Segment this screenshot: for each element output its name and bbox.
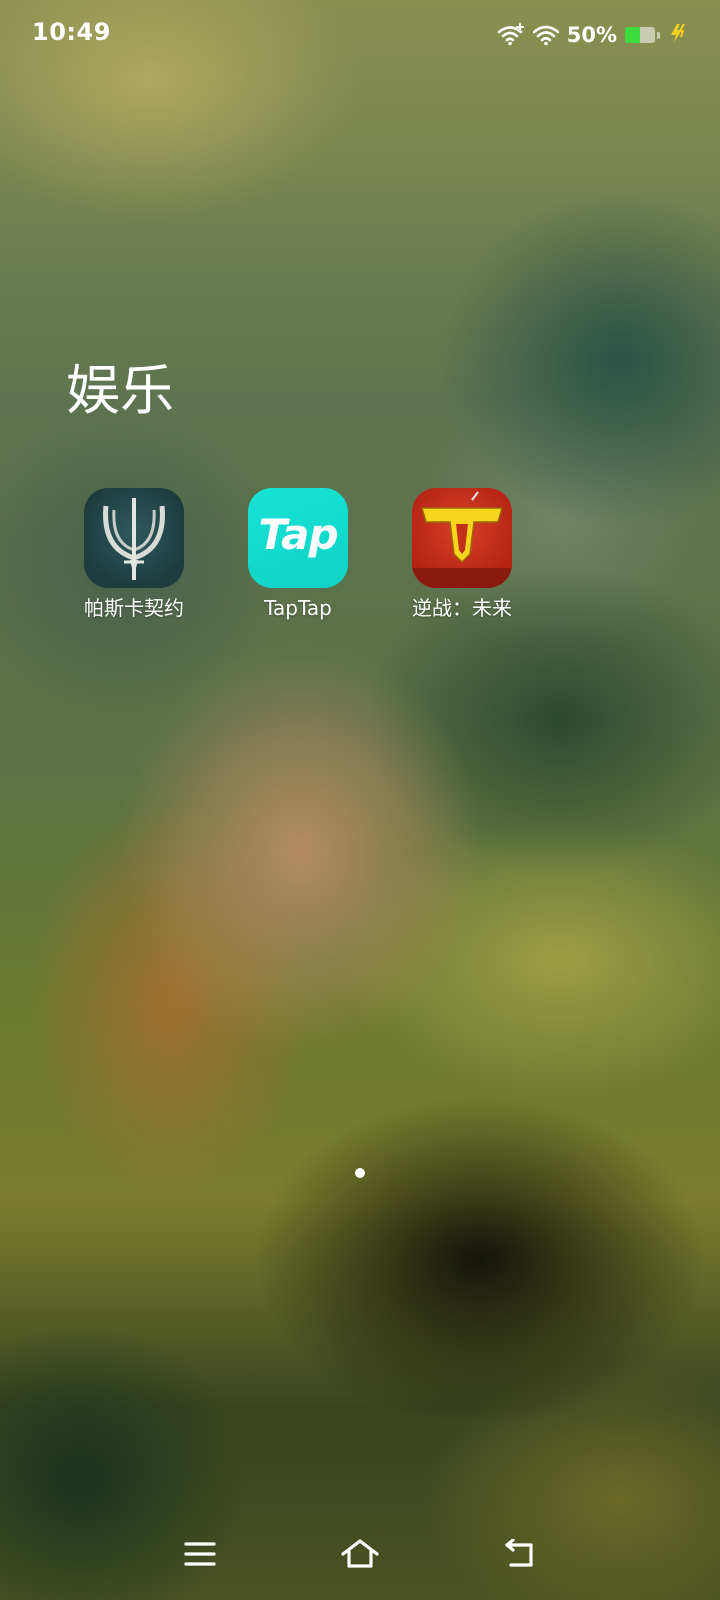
wifi-icon — [532, 23, 559, 47]
back-button[interactable] — [496, 1532, 544, 1576]
page-indicator-dot — [355, 1168, 365, 1178]
folder-app-grid: 帕斯卡契约 Tap TapTap 逆战：未来 — [52, 488, 544, 622]
charging-icon — [668, 22, 690, 48]
home-button[interactable] — [336, 1532, 384, 1576]
wifi-plus-icon — [497, 23, 525, 47]
app-pascal-contract[interactable]: 帕斯卡契约 — [52, 488, 216, 622]
taptap-app-icon[interactable]: Tap — [248, 488, 348, 588]
app-nizhan-future[interactable]: 逆战：未来 — [380, 488, 544, 622]
home-icon — [340, 1538, 380, 1570]
menu-icon — [183, 1540, 217, 1568]
battery-icon — [625, 27, 655, 43]
wallpaper — [0, 0, 720, 1600]
nizhan-banner — [412, 568, 512, 588]
battery-fill — [625, 27, 640, 43]
status-bar: 10:49 50% — [0, 0, 720, 68]
battery-nub — [657, 31, 660, 39]
nizhan-future-app-icon[interactable] — [412, 488, 512, 588]
menu-button[interactable] — [176, 1532, 224, 1576]
taptap-logo-text: Tap — [258, 510, 338, 559]
folder-title: 娱乐 — [66, 359, 174, 422]
app-label: 帕斯卡契约 — [84, 596, 184, 620]
back-icon — [503, 1539, 537, 1569]
pascal-contract-app-icon[interactable] — [84, 488, 184, 588]
navigation-bar — [0, 1510, 720, 1600]
app-label: TapTap — [264, 596, 332, 620]
status-icons: 50% — [497, 20, 690, 50]
app-label: 逆战：未来 — [412, 596, 512, 620]
battery-percent: 50% — [566, 23, 617, 47]
app-taptap[interactable]: Tap TapTap — [216, 488, 380, 622]
clock: 10:49 — [32, 18, 111, 46]
